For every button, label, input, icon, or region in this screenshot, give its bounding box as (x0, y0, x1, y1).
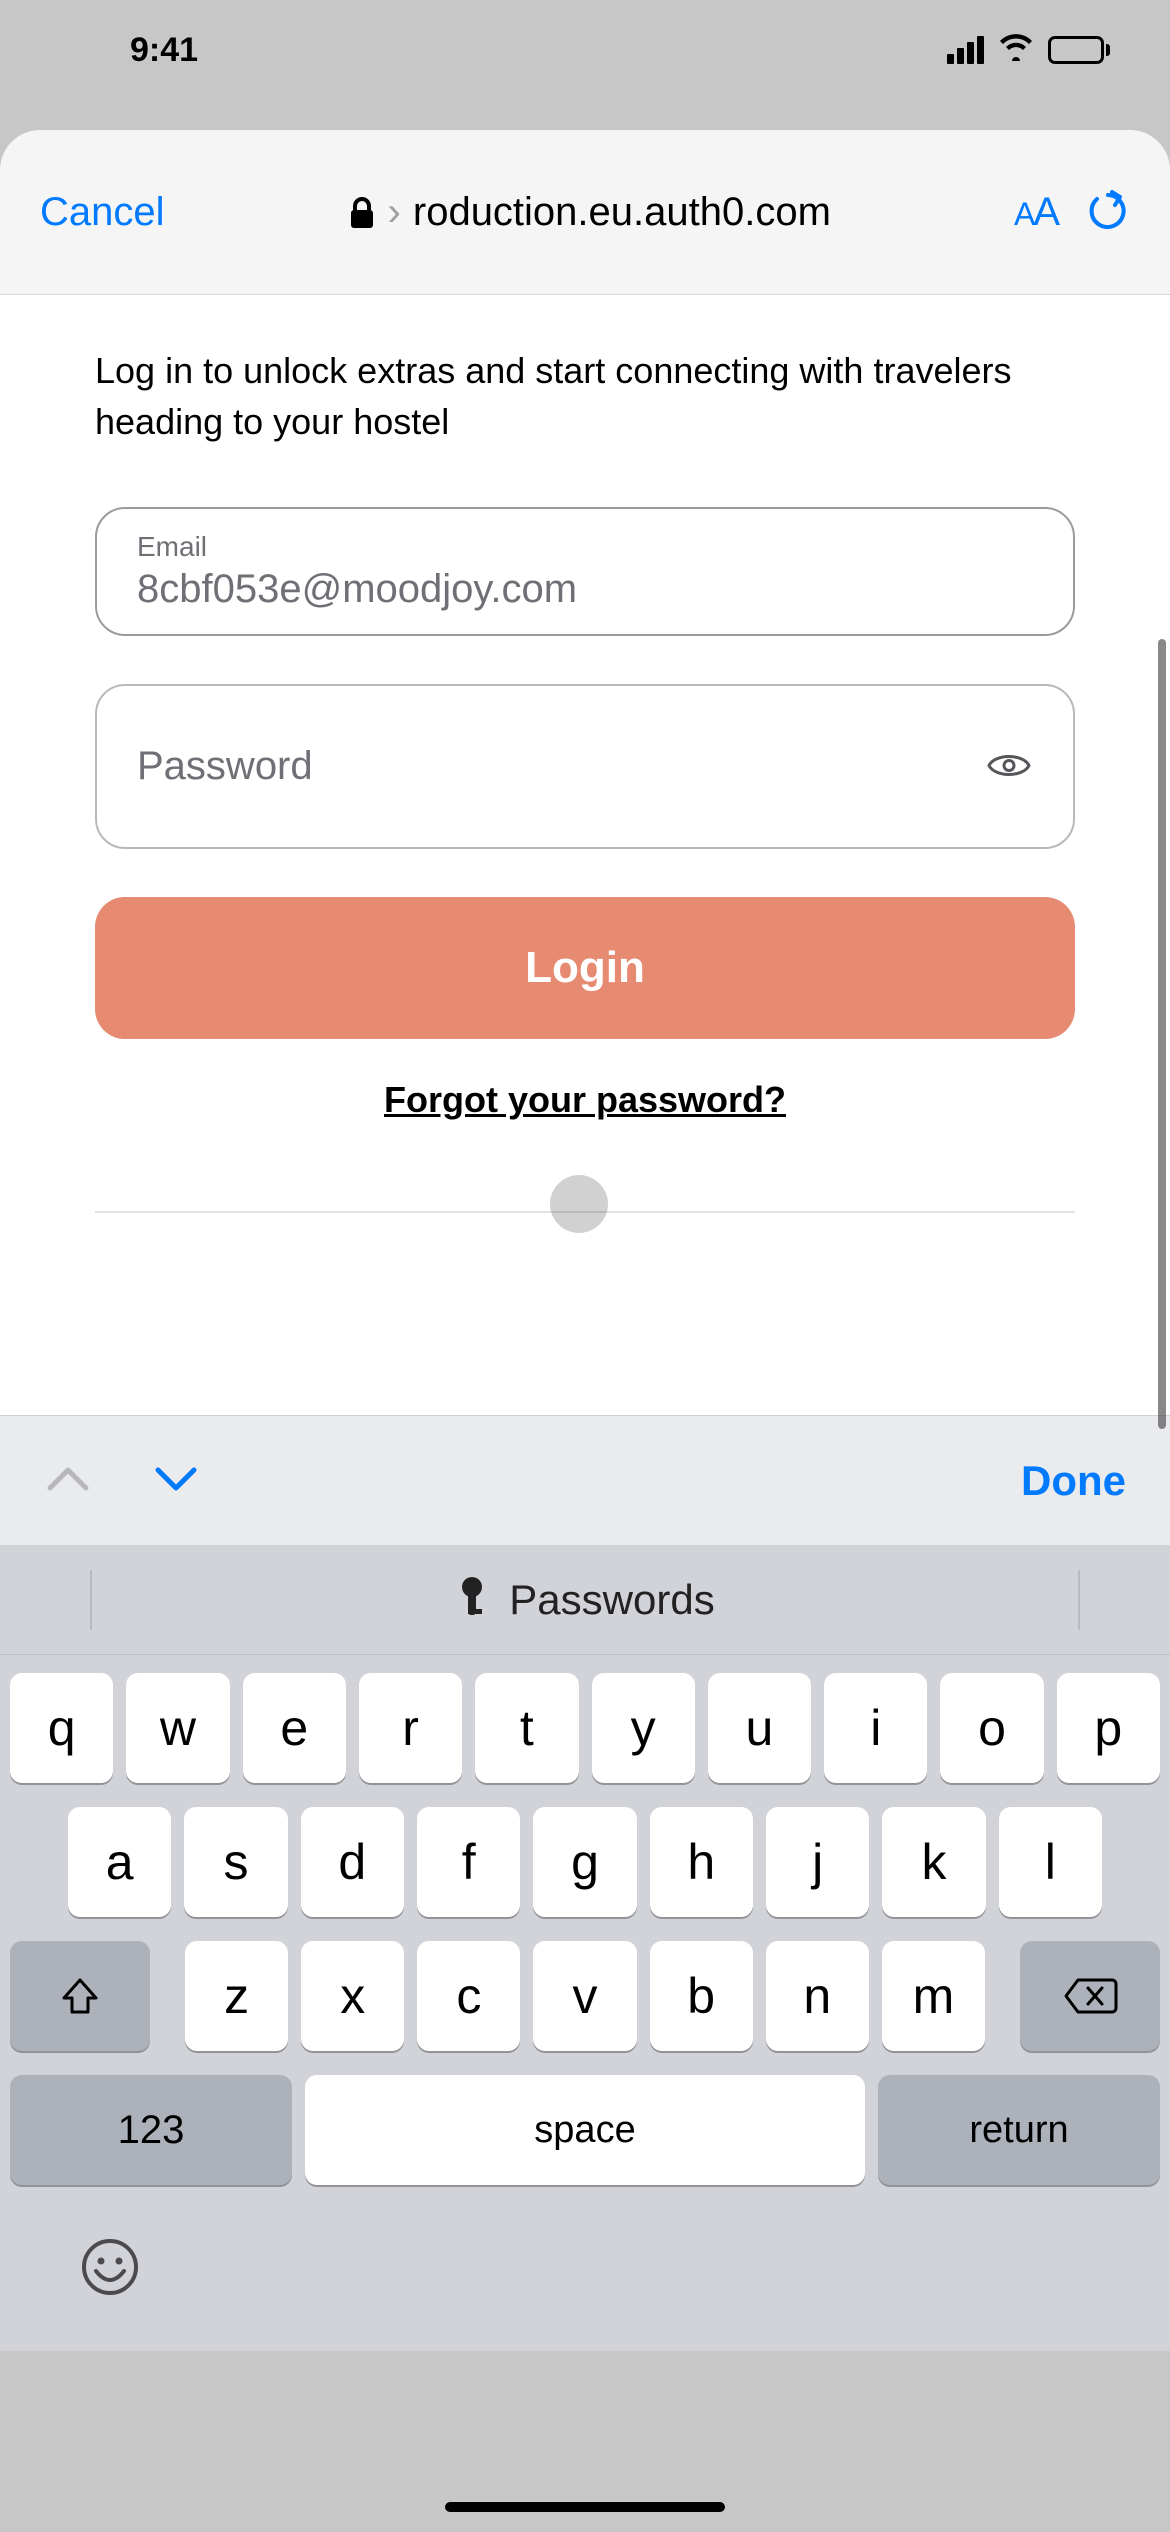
password-input[interactable] (137, 744, 1033, 789)
keyboard-accessory-bar: Done (0, 1415, 1170, 1545)
status-indicators (947, 31, 1110, 70)
key-k[interactable]: k (882, 1807, 985, 1917)
key-s[interactable]: s (184, 1807, 287, 1917)
key-h[interactable]: h (650, 1807, 753, 1917)
url-truncation-indicator: › (388, 190, 401, 235)
touch-indicator (550, 1175, 608, 1233)
forgot-password-link[interactable]: Forgot your password? (95, 1079, 1075, 1121)
backspace-key[interactable] (1020, 1941, 1160, 2051)
key-g[interactable]: g (533, 1807, 636, 1917)
key-m[interactable]: m (882, 1941, 985, 2051)
keyboard-suggestion-bar[interactable]: Passwords (0, 1545, 1170, 1655)
url-display[interactable]: › roduction.eu.auth0.com (193, 190, 986, 235)
keyboard-suggestion-label: Passwords (509, 1576, 714, 1624)
key-l[interactable]: l (999, 1807, 1102, 1917)
key-b[interactable]: b (650, 1941, 753, 2051)
scroll-indicator[interactable] (1158, 639, 1166, 1429)
key-y[interactable]: y (592, 1673, 695, 1783)
toggle-password-visibility-button[interactable] (987, 750, 1031, 783)
keyboard-row-2: asdfghjkl (10, 1807, 1160, 1917)
keyboard-row-1: qwertyuiop (10, 1673, 1160, 1783)
return-key[interactable]: return (878, 2075, 1160, 2185)
key-i[interactable]: i (824, 1673, 927, 1783)
shift-key[interactable] (10, 1941, 150, 2051)
cellular-icon (947, 36, 984, 64)
key-e[interactable]: e (243, 1673, 346, 1783)
key-t[interactable]: t (475, 1673, 578, 1783)
key-r[interactable]: r (359, 1673, 462, 1783)
key-d[interactable]: d (301, 1807, 404, 1917)
login-page: Log in to unlock extras and start connec… (0, 295, 1170, 1415)
password-field-container[interactable] (95, 684, 1075, 849)
status-bar: 9:41 (0, 0, 1170, 100)
numbers-key[interactable]: 123 (10, 2075, 292, 2185)
keyboard-row-3: zxcvbnm (10, 1941, 1160, 2051)
key-u[interactable]: u (708, 1673, 811, 1783)
next-field-button[interactable] (152, 1462, 200, 1499)
key-j[interactable]: j (766, 1807, 869, 1917)
browser-address-bar: Cancel › roduction.eu.auth0.com AA (0, 130, 1170, 295)
space-key[interactable]: space (305, 2075, 865, 2185)
reader-aa-button[interactable]: AA (1014, 190, 1058, 235)
key-q[interactable]: q (10, 1673, 113, 1783)
page-subtitle: Log in to unlock extras and start connec… (95, 345, 1075, 447)
keyboard-row-bottom: 123 space return (10, 2075, 1160, 2185)
prev-field-button (44, 1462, 92, 1499)
key-p[interactable]: p (1057, 1673, 1160, 1783)
keyboard-done-button[interactable]: Done (1021, 1457, 1126, 1505)
battery-icon (1048, 36, 1110, 64)
key-a[interactable]: a (68, 1807, 171, 1917)
emoji-key[interactable] (80, 2237, 140, 2311)
url-text: roduction.eu.auth0.com (413, 190, 831, 235)
key-c[interactable]: c (417, 1941, 520, 2051)
email-input[interactable] (137, 567, 1033, 612)
eye-icon (987, 768, 1031, 783)
key-o[interactable]: o (940, 1673, 1043, 1783)
reload-button[interactable] (1086, 189, 1130, 236)
lock-icon (348, 195, 376, 229)
email-label: Email (137, 531, 1033, 563)
cancel-button[interactable]: Cancel (40, 190, 165, 235)
status-time: 9:41 (130, 31, 198, 70)
wifi-icon (998, 31, 1034, 70)
home-indicator[interactable] (445, 2502, 725, 2512)
key-n[interactable]: n (766, 1941, 869, 2051)
email-field-container[interactable]: Email (95, 507, 1075, 636)
key-z[interactable]: z (185, 1941, 288, 2051)
key-f[interactable]: f (417, 1807, 520, 1917)
key-w[interactable]: w (126, 1673, 229, 1783)
login-button[interactable]: Login (95, 897, 1075, 1039)
key-x[interactable]: x (301, 1941, 404, 2051)
software-keyboard: Passwords qwertyuiop asdfghjkl zxcvbnm 1… (0, 1545, 1170, 2351)
key-v[interactable]: v (533, 1941, 636, 2051)
key-icon (455, 1575, 489, 1624)
